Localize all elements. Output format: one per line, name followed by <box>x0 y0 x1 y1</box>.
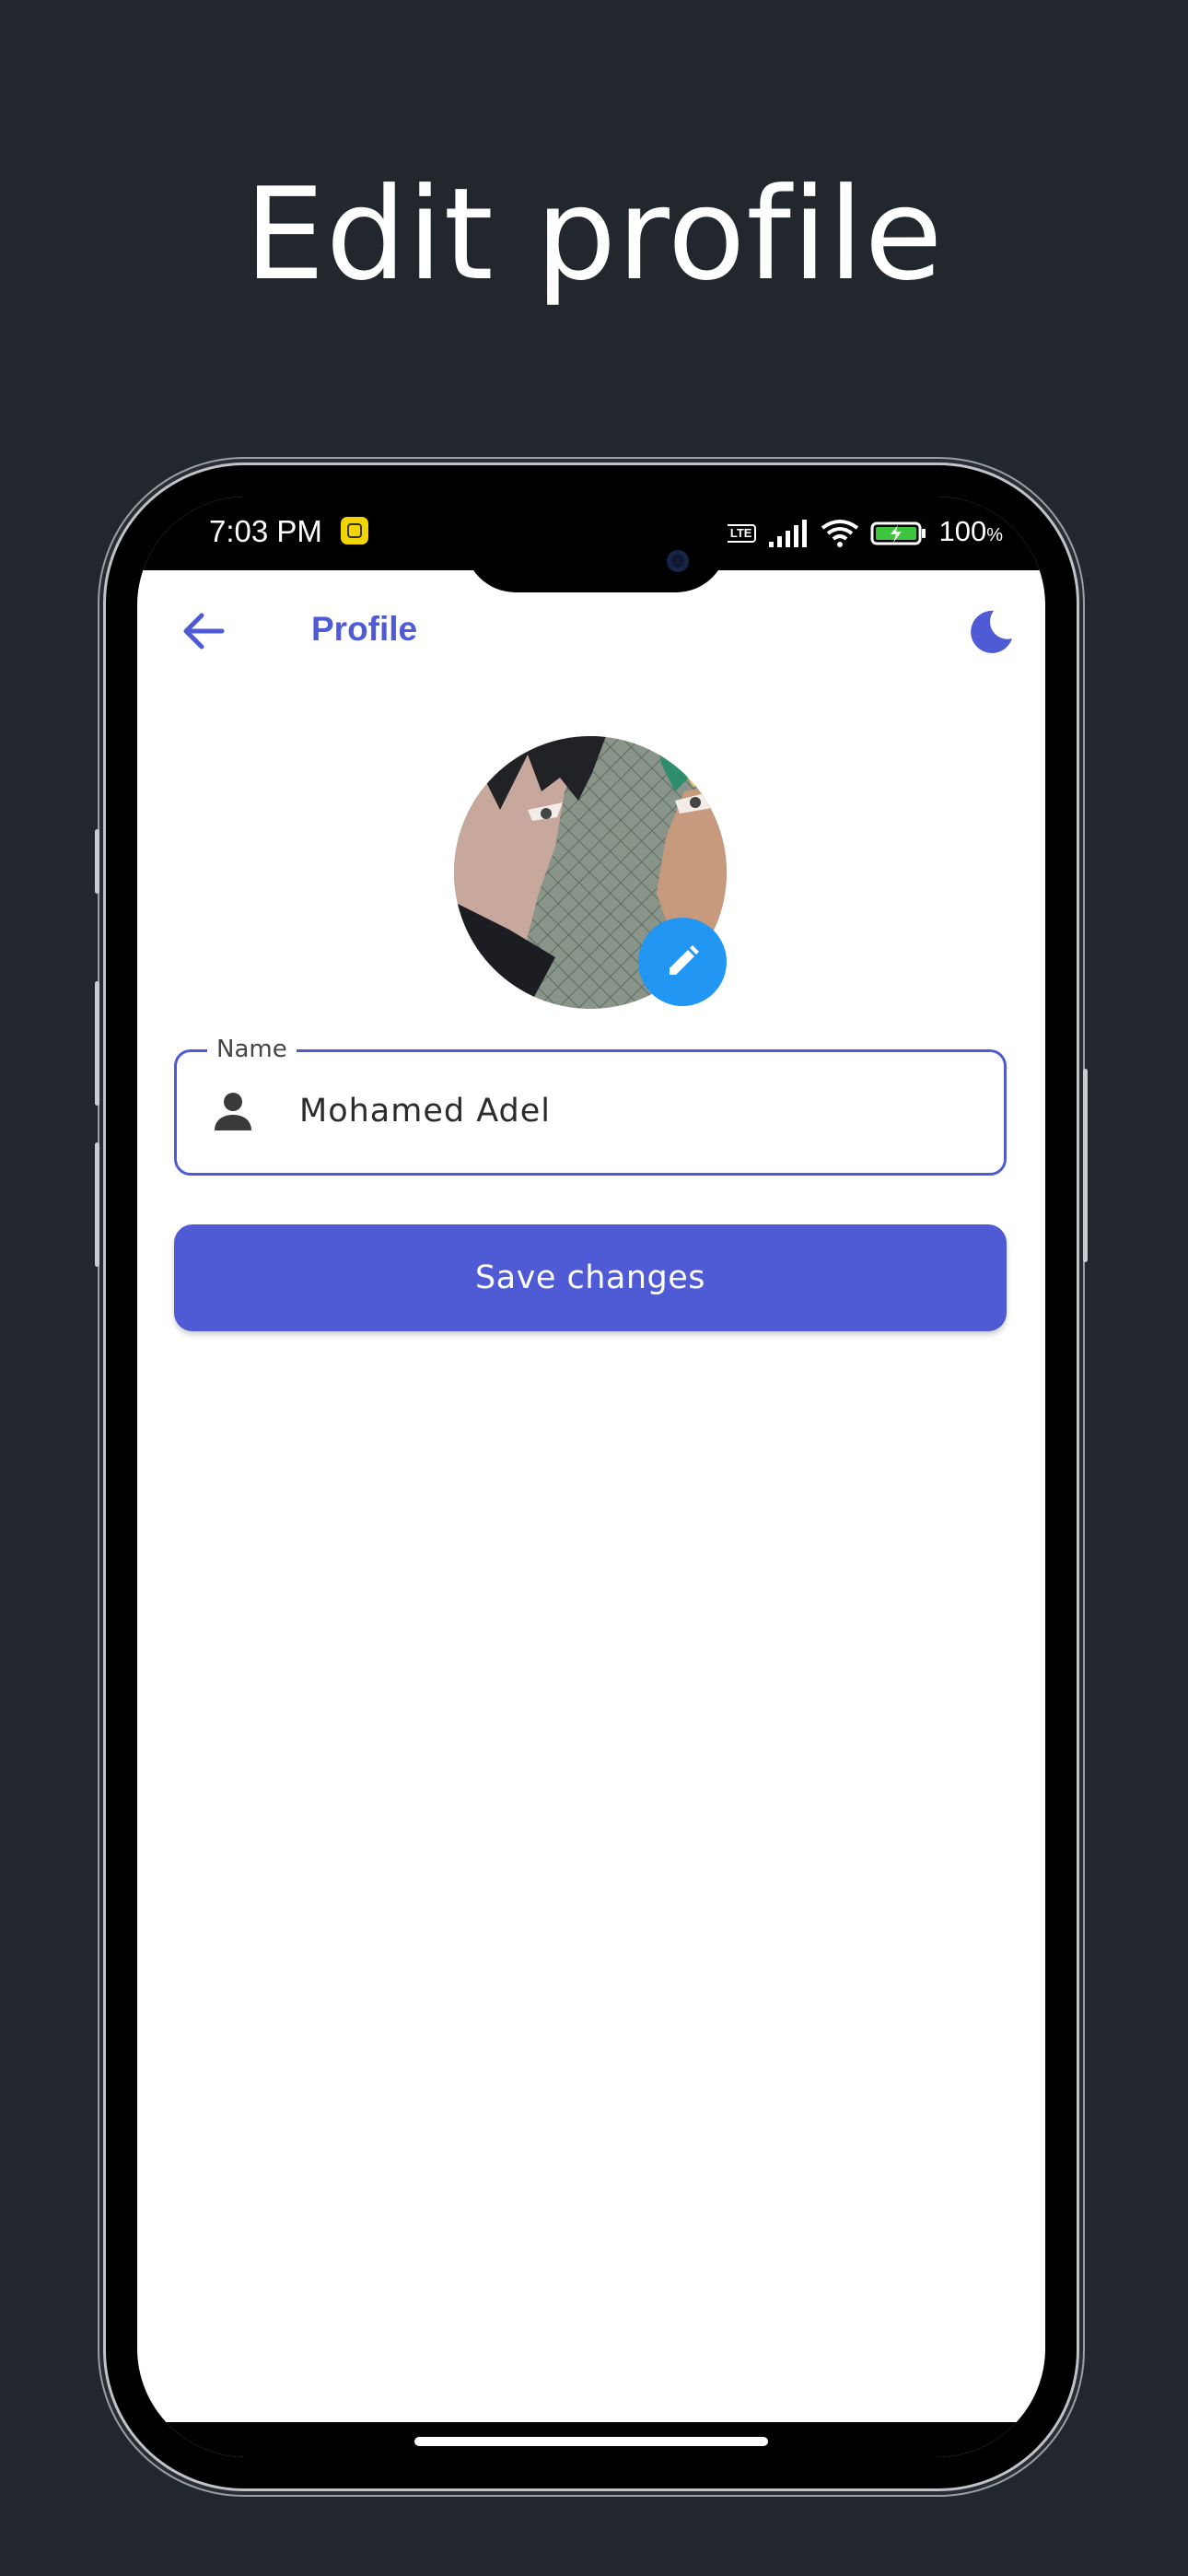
pencil-icon <box>670 945 699 975</box>
save-changes-button[interactable]: Save changes <box>174 1224 1007 1331</box>
phone-power-button <box>1083 1069 1088 1262</box>
person-icon <box>215 1093 251 1130</box>
back-button[interactable] <box>176 603 231 659</box>
phone-frame: 7:03 PM Vo LTE 100% Profile Name Mohamed… <box>95 465 1088 2488</box>
moon-icon <box>971 610 1012 653</box>
phone-action-button <box>95 829 99 894</box>
page-title: Profile <box>311 610 418 648</box>
name-input[interactable] <box>299 1084 962 1138</box>
notification-app-icon <box>341 517 368 544</box>
name-field-label: Name <box>207 1035 297 1064</box>
battery-level: 100% <box>938 515 1003 547</box>
battery-charging-icon <box>870 521 926 545</box>
status-icons: Vo LTE 100% <box>707 513 1003 554</box>
phone-volume-up-button <box>95 981 99 1106</box>
arrow-back-icon <box>183 613 225 650</box>
wifi-icon <box>821 520 859 547</box>
app-bar: Profile <box>137 570 1045 685</box>
signal-icon <box>769 520 808 547</box>
phone-screen: 7:03 PM Vo LTE 100% Profile Name Mohamed… <box>137 497 1045 2457</box>
theme-toggle-button[interactable] <box>962 603 1018 659</box>
home-indicator[interactable] <box>414 2437 768 2446</box>
edit-avatar-button[interactable] <box>638 918 727 1006</box>
page-headline: Edit profile <box>244 160 944 309</box>
phone-volume-down-button <box>95 1142 99 1267</box>
front-camera <box>667 550 689 572</box>
status-time: 7:03 PM <box>209 514 322 548</box>
